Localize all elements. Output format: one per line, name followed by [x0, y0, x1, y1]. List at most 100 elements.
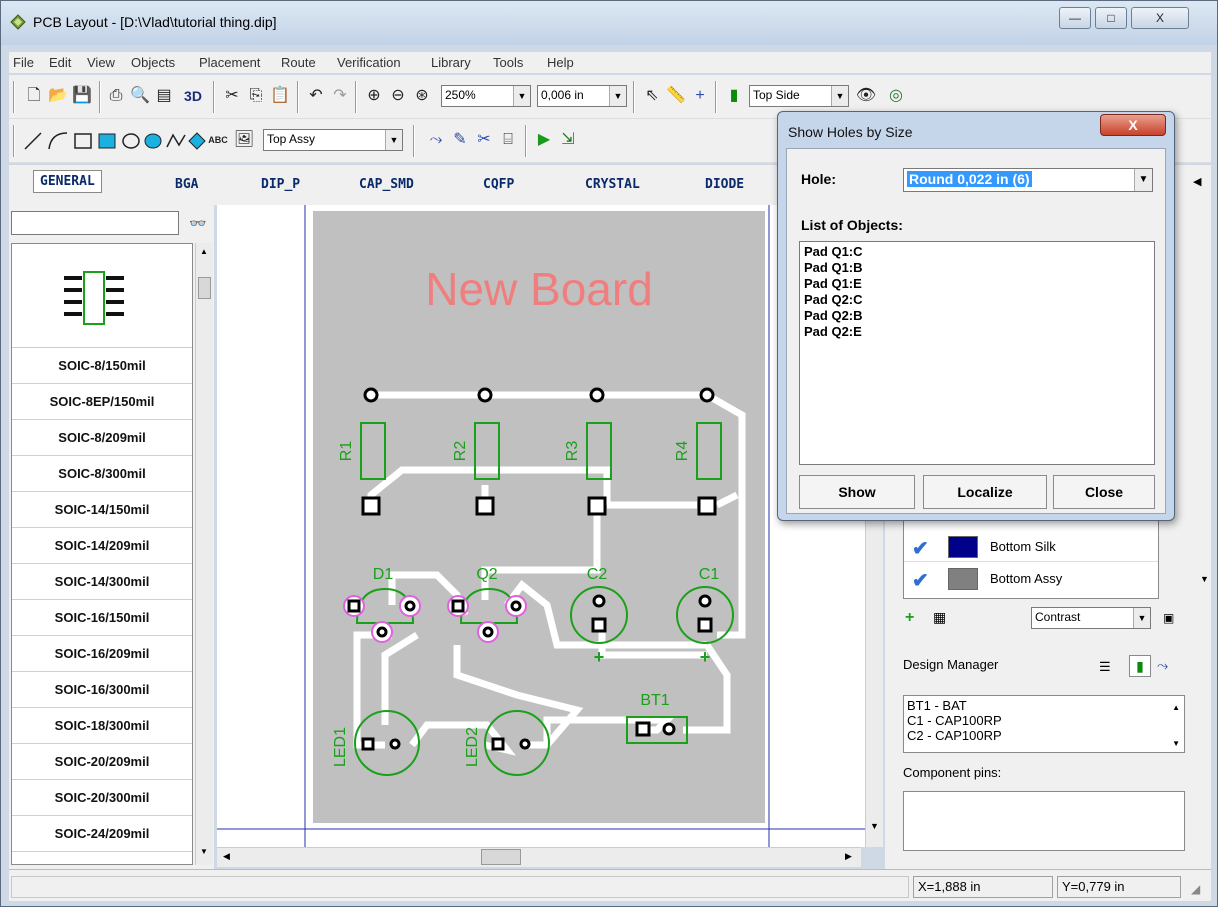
undo-icon[interactable]: ↶ — [305, 85, 327, 107]
rectangle-tool-icon[interactable] — [74, 133, 92, 149]
scroll-up-icon[interactable]: ▲ — [1172, 700, 1180, 715]
menu-tools[interactable]: Tools — [493, 55, 523, 70]
grid-select[interactable]: 0,006 in ▼ — [537, 85, 627, 107]
list-item[interactable]: SOIC-24/209mil — [12, 816, 192, 852]
new-file-icon[interactable]: 🗋 — [23, 85, 45, 107]
show-button[interactable]: Show — [799, 475, 915, 509]
close-button[interactable]: Close — [1053, 475, 1155, 509]
image-tool-icon[interactable]: 🖼 — [233, 129, 255, 151]
scroll-left-icon[interactable]: ◀ — [223, 851, 230, 862]
list-item[interactable]: SOIC-20/209mil — [12, 744, 192, 780]
side-select[interactable]: Top Side ▼ — [749, 85, 849, 107]
tab-diode[interactable]: DIODE — [705, 177, 744, 192]
dm-nets-icon[interactable]: ⤳ — [1157, 657, 1168, 674]
tab-general[interactable]: GENERAL — [33, 170, 102, 193]
tab-crystal[interactable]: CRYSTAL — [585, 177, 640, 192]
maximize-button[interactable]: □ — [1095, 7, 1127, 29]
minimize-button[interactable]: — — [1059, 7, 1091, 29]
run-icon[interactable]: ▶ — [533, 129, 555, 151]
save-icon[interactable]: 💾 — [71, 85, 93, 107]
canvas-hscroll[interactable]: ◀ ▶ — [217, 847, 861, 867]
list-item[interactable]: Pad Q1:C — [804, 244, 1150, 260]
scroll-down-icon[interactable]: ▼ — [200, 847, 208, 856]
parts-scrollbar[interactable]: ▲ ▼ — [195, 243, 213, 865]
layer-row-bottom-silk[interactable]: ✔ Bottom Silk — [904, 532, 1158, 562]
list-item[interactable]: SOIC-16/300mil — [12, 672, 192, 708]
layer-settings-icon[interactable]: ▣ — [1163, 611, 1174, 625]
contrast-select[interactable]: Contrast ▼ — [1031, 607, 1151, 629]
autoroute-icon[interactable]: ✎ — [449, 129, 471, 151]
polygon-tool-icon[interactable] — [188, 132, 206, 150]
layer-color-swatch[interactable] — [948, 568, 978, 590]
list-item[interactable]: Pad Q2:B — [804, 308, 1150, 324]
scroll-up-icon[interactable]: ▲ — [200, 247, 208, 256]
component-icon[interactable]: ⌸ — [497, 129, 519, 151]
menu-route[interactable]: Route — [281, 55, 316, 70]
zoom-fit-icon[interactable]: ⊛ — [411, 85, 433, 107]
layer-row-bottom-assy[interactable]: ✔ Bottom Assy — [904, 564, 1158, 594]
list-item[interactable]: SOIC-20/300mil — [12, 780, 192, 816]
online-drc-icon[interactable]: ◎ — [885, 85, 907, 107]
add-layer-icon[interactable]: + — [905, 609, 914, 627]
tab-dip-p[interactable]: DIP_P — [261, 177, 300, 192]
find-icon[interactable]: 👁 — [855, 85, 877, 107]
copy-icon[interactable]: ⎘ — [245, 85, 267, 107]
scrollbar-thumb[interactable] — [198, 277, 211, 299]
export-icon[interactable]: ⇲ — [557, 129, 579, 151]
unroute-icon[interactable]: ✂ — [473, 129, 495, 151]
scroll-right-icon[interactable]: ▶ — [845, 851, 852, 862]
filled-ellipse-tool-icon[interactable] — [144, 133, 162, 149]
list-item[interactable]: SOIC-14/150mil — [12, 492, 192, 528]
print-preview-icon[interactable]: 🔍 — [129, 85, 151, 107]
edit-layer-icon[interactable]: ▦ — [933, 609, 946, 626]
dm-components-icon[interactable]: ▮ — [1129, 655, 1151, 677]
list-item[interactable]: SOIC-16/150mil — [12, 600, 192, 636]
menu-help[interactable]: Help — [547, 55, 574, 70]
list-item[interactable]: BT1 - BAT — [907, 698, 1181, 713]
close-window-button[interactable]: X — [1131, 7, 1189, 29]
tab-bga[interactable]: BGA — [175, 177, 198, 192]
list-item[interactable]: SOIC-8/300mil — [12, 456, 192, 492]
menu-view[interactable]: View — [87, 55, 115, 70]
hscroll-thumb[interactable] — [481, 849, 521, 865]
arc-tool-icon[interactable] — [48, 132, 68, 150]
print-icon[interactable]: ⎙ — [105, 85, 127, 107]
list-item[interactable]: SOIC-8EP/150mil — [12, 384, 192, 420]
cut-icon[interactable]: ✂ — [221, 85, 243, 107]
chip-icon[interactable]: ▮ — [723, 85, 745, 107]
report-icon[interactable]: ▤ — [153, 85, 175, 107]
check-icon[interactable]: ✔ — [912, 536, 929, 561]
list-item[interactable]: C2 - CAP100RP — [907, 728, 1181, 743]
resize-grip-icon[interactable]: ◢ — [1191, 882, 1200, 896]
layer-select[interactable]: Top Assy ▼ — [263, 129, 403, 151]
list-item[interactable]: SOIC-18/300mil — [12, 708, 192, 744]
line-tool-icon[interactable] — [24, 132, 42, 150]
view-3d-button[interactable]: 3D — [179, 85, 207, 107]
dialog-close-x-button[interactable]: X — [1100, 114, 1166, 136]
text-tool-icon[interactable]: ABC — [205, 129, 231, 151]
menu-library[interactable]: Library — [431, 55, 471, 70]
list-item[interactable]: SOIC-8/150mil — [12, 348, 192, 384]
list-item[interactable]: Pad Q1:E — [804, 276, 1150, 292]
route-track-icon[interactable]: ⤳ — [425, 129, 447, 151]
zoom-in-icon[interactable]: ⊕ — [363, 85, 385, 107]
list-item[interactable]: Pad Q2:C — [804, 292, 1150, 308]
scroll-down-icon[interactable]: ▼ — [1200, 574, 1209, 584]
list-item[interactable]: SOIC-14/300mil — [12, 564, 192, 600]
scroll-down-icon[interactable]: ▼ — [1172, 736, 1180, 751]
menu-placement[interactable]: Placement — [199, 55, 260, 70]
redo-icon[interactable]: ↷ — [329, 85, 351, 107]
list-item[interactable]: Pad Q1:B — [804, 260, 1150, 276]
zoom-out-icon[interactable]: ⊖ — [387, 85, 409, 107]
polyline-tool-icon[interactable] — [166, 133, 186, 148]
library-search-input[interactable] — [11, 211, 179, 235]
layer-color-swatch[interactable] — [948, 536, 978, 558]
list-item[interactable]: C1 - CAP100RP — [907, 713, 1181, 728]
list-item[interactable]: SOIC-14/209mil — [12, 528, 192, 564]
scroll-down-icon[interactable]: ▼ — [870, 821, 879, 831]
zoom-select[interactable]: 250% ▼ — [441, 85, 531, 107]
menu-edit[interactable]: Edit — [49, 55, 71, 70]
list-item[interactable]: SOIC-16/209mil — [12, 636, 192, 672]
tab-cqfp[interactable]: CQFP — [483, 177, 514, 192]
hole-size-select[interactable]: Round 0,022 in (6) ▼ — [903, 168, 1153, 192]
